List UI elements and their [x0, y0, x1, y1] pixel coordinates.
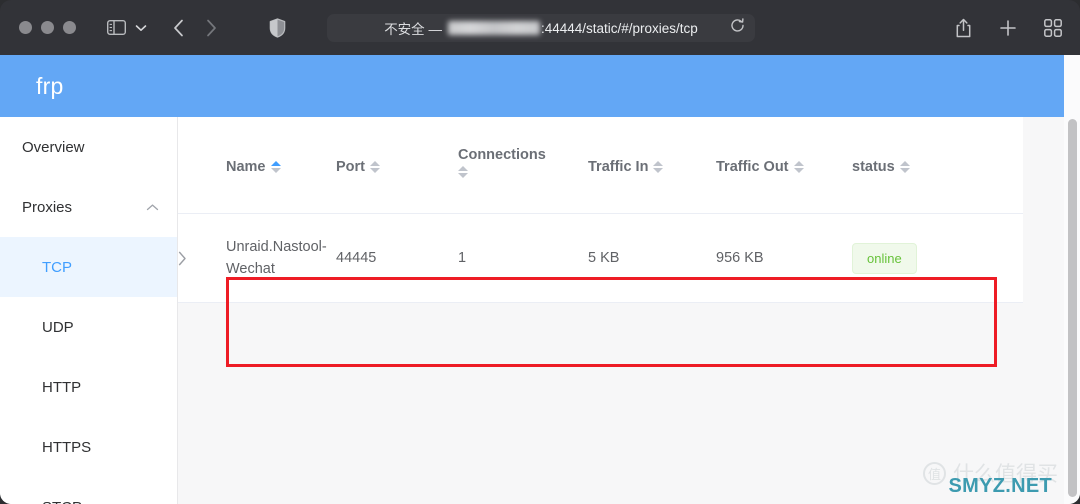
table-header-name[interactable]: Name	[226, 147, 336, 175]
close-button[interactable]	[19, 21, 32, 34]
page-scrollbar-thumb[interactable]	[1068, 119, 1077, 497]
page-viewport: frp Overview Proxies TCP UDP HTTP HTTPS …	[0, 55, 1080, 504]
browser-window: 不安全 — :44444/static/#/proxies/tcp frp Ov…	[0, 0, 1080, 504]
sort-icon-status[interactable]	[899, 161, 910, 173]
row-expand-toggle[interactable]	[178, 251, 226, 266]
sidebar-item-label: Overview	[22, 138, 85, 156]
table-row[interactable]: Unraid.Nastool-Wechat 44445 1 5 KB 956 K…	[178, 214, 1023, 303]
maximize-button[interactable]	[63, 21, 76, 34]
sort-icon-name[interactable]	[270, 161, 281, 173]
table-header-row: Name Port Connections Traffic In Traffic…	[178, 117, 1023, 214]
chevron-right-icon[interactable]	[206, 19, 217, 37]
proxies-table: Name Port Connections Traffic In Traffic…	[178, 117, 1023, 303]
url-text: 不安全 — :44444/static/#/proxies/tcp	[384, 18, 698, 38]
status-badge: online	[852, 242, 917, 274]
plus-icon[interactable]	[999, 19, 1017, 37]
url-security-label: 不安全 —	[384, 22, 442, 37]
sidebar-item-http[interactable]: HTTP	[0, 357, 177, 417]
table-header-label: status	[852, 159, 895, 175]
chevron-left-icon[interactable]	[173, 19, 184, 37]
reload-icon[interactable]	[730, 18, 745, 38]
sidebar-item-label: STCP	[42, 499, 82, 504]
cell-name: Unraid.Nastool-Wechat	[226, 238, 327, 277]
sort-icon-connections[interactable]	[458, 166, 468, 178]
sidebar-item-tcp[interactable]: TCP	[0, 237, 177, 297]
sidebar-item-stcp[interactable]: STCP	[0, 477, 177, 504]
browser-toolbar: 不安全 — :44444/static/#/proxies/tcp	[0, 0, 1080, 55]
sidebar-icon[interactable]	[107, 20, 126, 35]
sidebar-item-label: HTTP	[42, 378, 82, 396]
chevron-down-icon[interactable]	[135, 24, 147, 32]
table-header-traffic-in[interactable]: Traffic In	[588, 147, 716, 175]
app-header: frp	[0, 55, 1064, 117]
sort-icon-port[interactable]	[370, 161, 380, 173]
table-header-connections[interactable]: Connections	[458, 147, 588, 178]
page-scrollbar-track[interactable]	[1064, 55, 1080, 504]
table-header-port[interactable]: Port	[336, 147, 458, 175]
address-bar[interactable]: 不安全 — :44444/static/#/proxies/tcp	[327, 14, 755, 42]
table-header-traffic-out[interactable]: Traffic Out	[716, 147, 852, 175]
table-header-label: Port	[336, 159, 365, 175]
cell-port: 44445	[336, 250, 377, 266]
table-header-label: Connections	[458, 147, 546, 163]
sidebar-item-https[interactable]: HTTPS	[0, 417, 177, 477]
sidebar-item-label: HTTPS	[42, 438, 92, 456]
content-area: Name Port Connections Traffic In Traffic…	[178, 117, 1064, 504]
cell-connections: 1	[458, 250, 467, 266]
sidebar-item-label: Proxies	[22, 198, 73, 216]
table-header-status[interactable]: status	[852, 147, 972, 175]
sidebar-item-overview[interactable]: Overview	[0, 117, 177, 177]
sort-icon-traffic-out[interactable]	[793, 161, 804, 173]
chevron-right-icon[interactable]	[178, 251, 226, 266]
table-header-label: Name	[226, 159, 266, 175]
share-icon[interactable]	[955, 18, 972, 38]
table-header-label: Traffic In	[588, 159, 649, 175]
sidebar-item-label: UDP	[42, 318, 74, 336]
cell-status: online	[852, 242, 972, 274]
sidebar-item-label: TCP	[42, 258, 72, 276]
cell-traffic-out: 956 KB	[716, 250, 764, 266]
sidebar-item-udp[interactable]: UDP	[0, 297, 177, 357]
shield-icon[interactable]	[269, 17, 286, 38]
grid-icon[interactable]	[1044, 18, 1062, 37]
cell-traffic-in: 5 KB	[588, 250, 620, 266]
table-header-label: Traffic Out	[716, 159, 789, 175]
url-path: :44444/static/#/proxies/tcp	[540, 20, 698, 36]
sort-icon-traffic-in[interactable]	[653, 161, 664, 173]
app-brand: frp	[36, 72, 64, 99]
url-host-redacted	[447, 21, 540, 35]
chevron-up-icon	[146, 199, 159, 216]
minimize-button[interactable]	[41, 21, 54, 34]
sidebar: Overview Proxies TCP UDP HTTP HTTPS	[0, 117, 178, 504]
toolbar-right-icons	[955, 0, 1062, 55]
table-header-expand	[178, 147, 226, 159]
sidebar-item-proxies[interactable]: Proxies	[0, 177, 177, 237]
window-traffic-lights	[19, 21, 76, 34]
